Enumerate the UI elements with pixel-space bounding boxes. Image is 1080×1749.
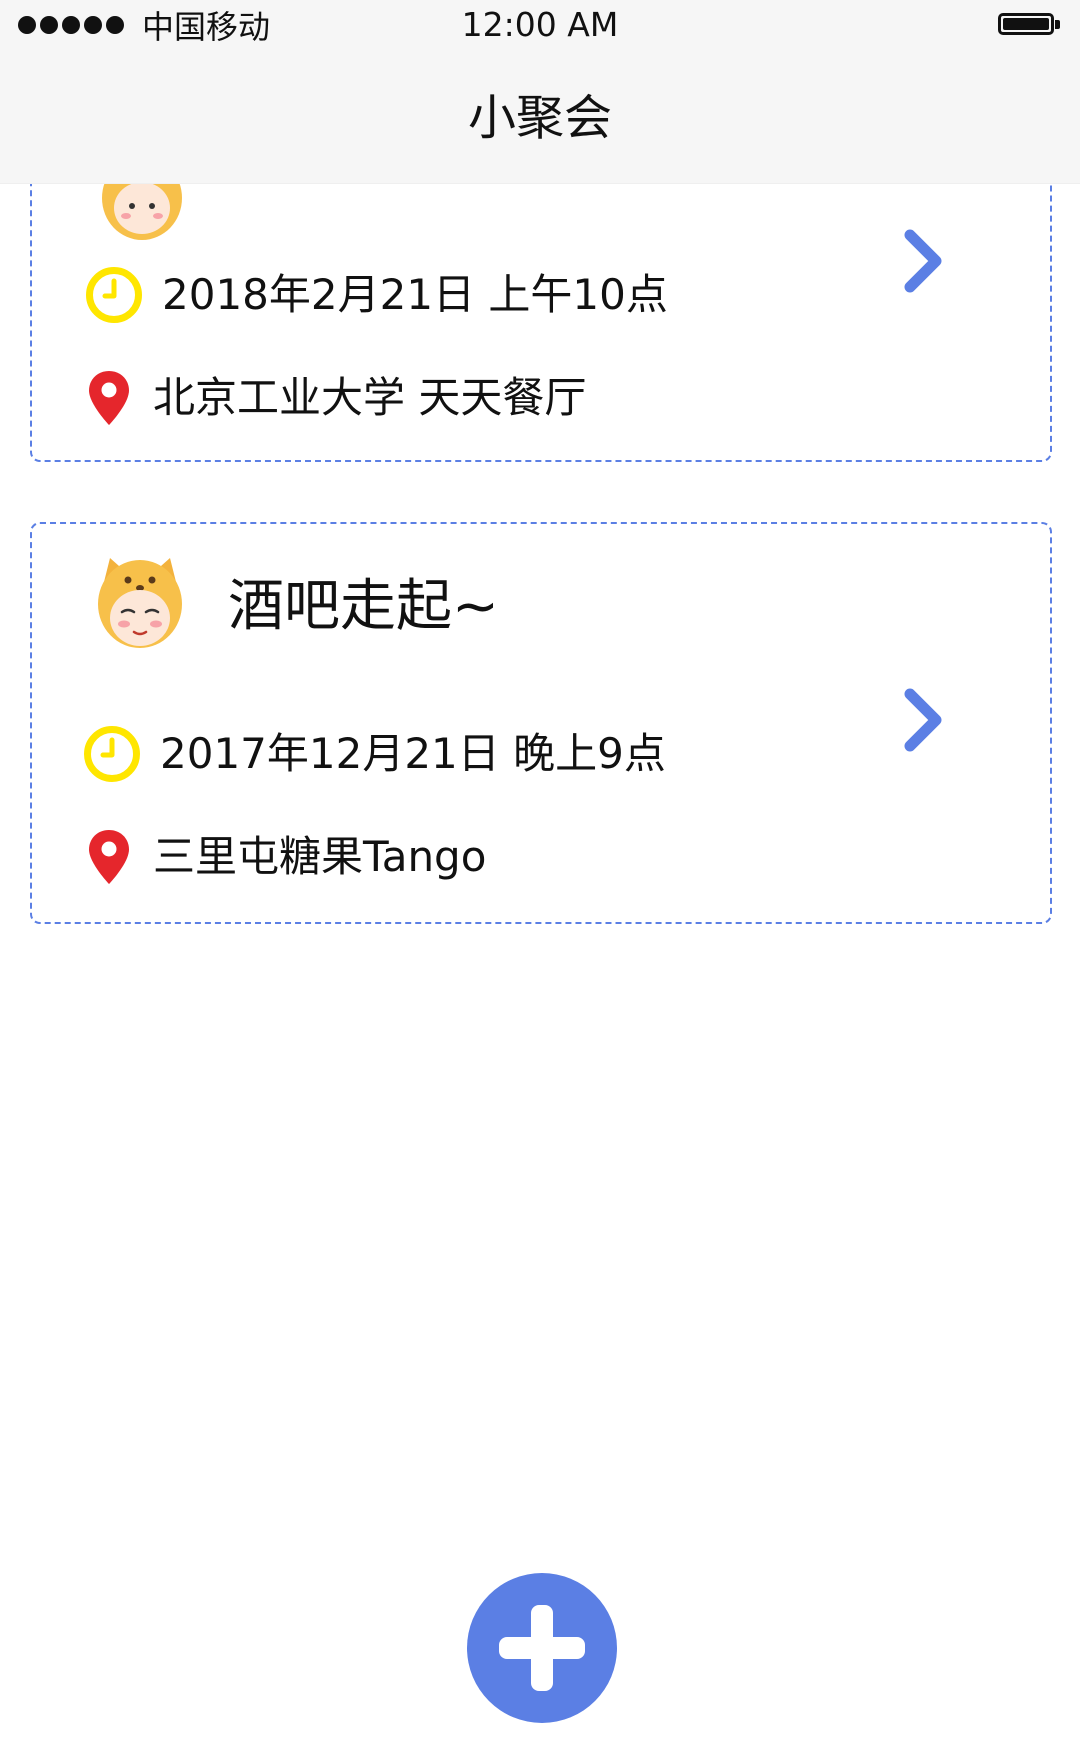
event-time-row: 2017年12月21日 晚上9点: [82, 724, 666, 784]
top-bar: 中国移动 12:00 AM 小聚会: [0, 0, 1080, 184]
clock-icon: [84, 726, 140, 782]
avatar-icon: [98, 558, 182, 648]
location-pin-icon: [89, 830, 129, 884]
event-title: 酒吧走起~: [228, 574, 499, 639]
event-datetime: 2017年12月21日 晚上9点: [160, 729, 666, 778]
plus-icon: [499, 1605, 585, 1691]
event-card[interactable]: 酒吧走起~ 2017年12月21日 晚上9点 三里屯糖果Tango: [30, 522, 1052, 924]
event-time-row: 2018年2月21日 上午10点: [84, 265, 668, 325]
page-title: 小聚会: [467, 90, 612, 146]
battery-icon: [998, 13, 1062, 39]
event-location: 北京工业大学 天天餐厅: [153, 373, 587, 422]
chevron-right-icon[interactable]: [900, 227, 948, 295]
clock-icon: [86, 267, 142, 323]
add-event-button[interactable]: [467, 1573, 617, 1723]
chevron-right-icon[interactable]: [900, 686, 948, 754]
location-pin-icon: [89, 371, 129, 425]
event-datetime: 2018年2月21日 上午10点: [162, 270, 668, 319]
event-location: 三里屯糖果Tango: [153, 832, 487, 881]
status-time: 12:00 AM: [461, 5, 619, 44]
event-location-row: 北京工业大学 天天餐厅: [87, 369, 586, 427]
event-location-row: 三里屯糖果Tango: [87, 828, 486, 886]
